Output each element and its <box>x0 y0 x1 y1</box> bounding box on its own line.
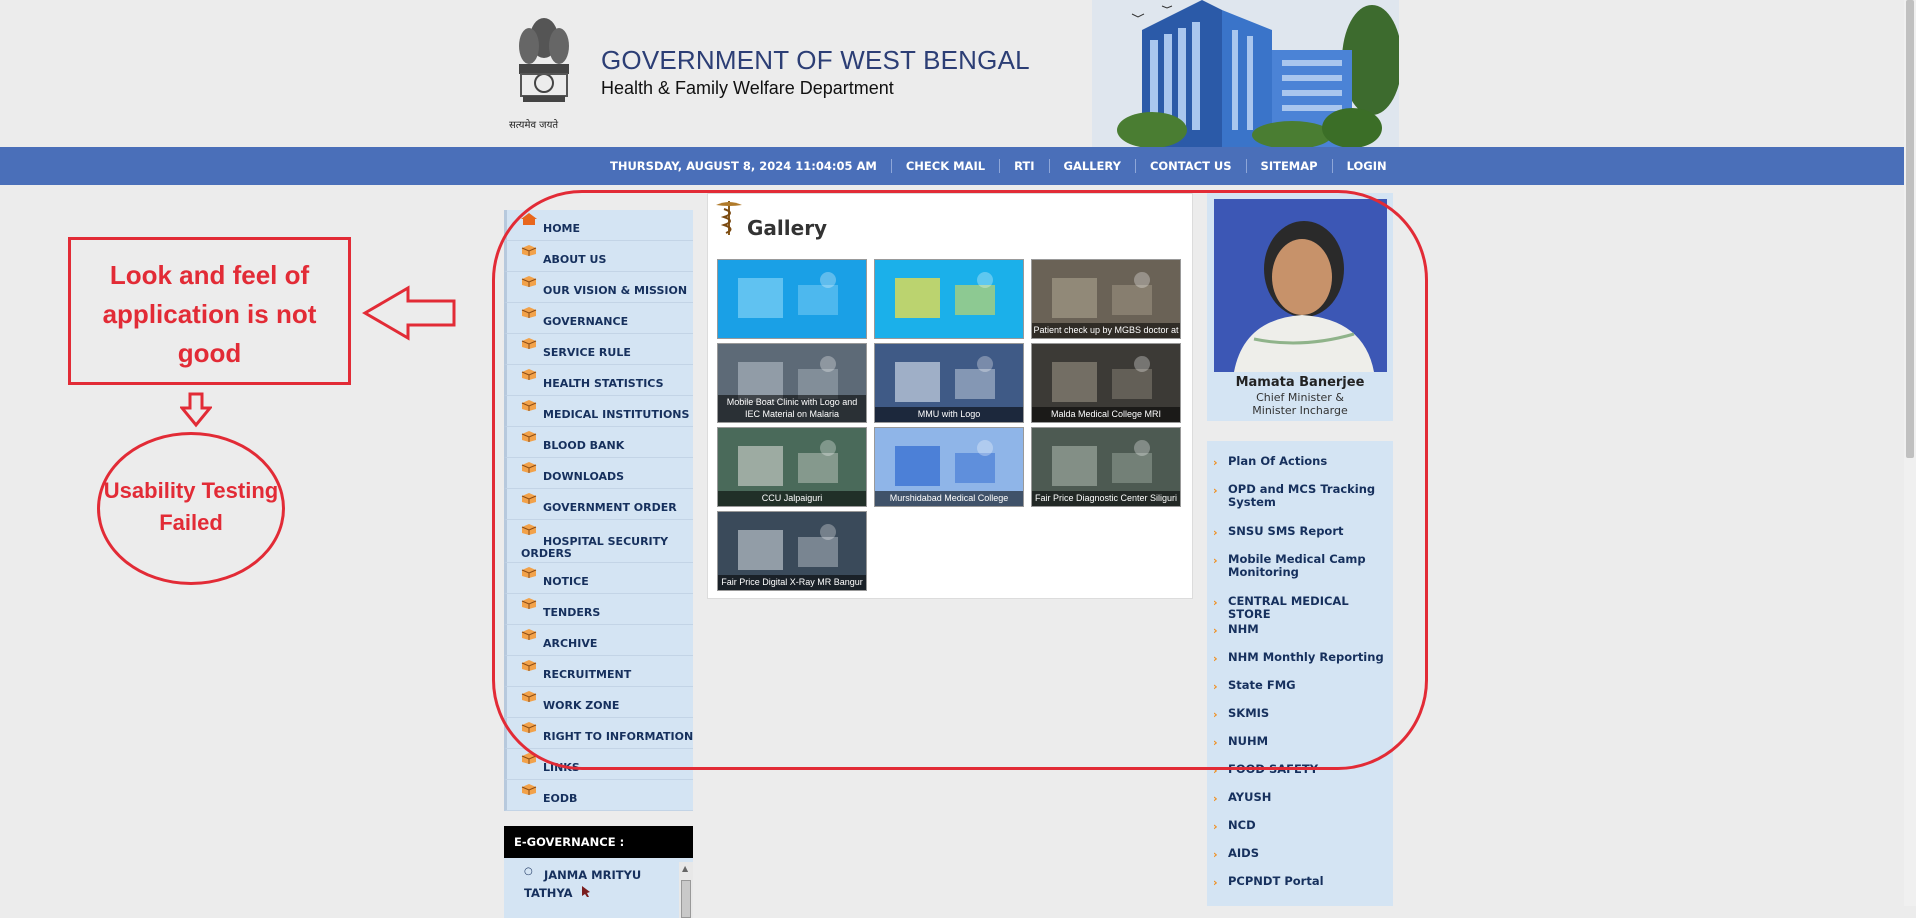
nav-gallery[interactable]: GALLERY <box>1050 159 1135 173</box>
e-governance-list: ○ JANMA MRITYU TATHYA ▲ <box>504 858 693 918</box>
egov-link-janma-mrityu[interactable]: JANMA MRITYU TATHYA <box>524 866 664 902</box>
page-scrollbar-thumb[interactable] <box>1906 0 1914 458</box>
annotation-highlight-oval <box>492 190 1428 770</box>
site-subtitle: Health & Family Welfare Department <box>601 78 894 98</box>
site-title: GOVERNMENT OF WEST BENGAL <box>601 45 1030 75</box>
e-governance-heading: E-GOVERNANCE : <box>504 826 693 858</box>
chevron-right-icon: › <box>1213 876 1218 889</box>
hand-pointer-icon <box>582 886 590 897</box>
nav-rti[interactable]: RTI <box>1000 159 1048 173</box>
annotation-oval-text: Usability Testing Failed <box>103 478 279 535</box>
hospital-building-image <box>1092 0 1399 147</box>
page-scrollbar[interactable] <box>1904 0 1916 906</box>
emblem-motto: सत्यमेव जयते <box>509 120 559 131</box>
arrow-down-icon <box>180 392 212 428</box>
menu-item-eodb[interactable]: EODB <box>504 780 693 811</box>
nav-sitemap[interactable]: SITEMAP <box>1247 159 1332 173</box>
annotation-oval: Usability Testing Failed <box>97 432 285 585</box>
nav-check-mail[interactable]: CHECK MAIL <box>892 159 999 173</box>
site-header: सत्यमेव जयते GOVERNMENT OF WEST BENGAL H… <box>0 0 1916 147</box>
chevron-right-icon: › <box>1213 792 1218 805</box>
book-icon <box>521 784 537 795</box>
current-datetime: THURSDAY, AUGUST 8, 2024 11:04:05 AM <box>610 159 877 173</box>
arrow-left-icon <box>362 285 456 341</box>
quick-link-label: NCD <box>1228 818 1256 832</box>
egov-scrollbar[interactable]: ▲ <box>679 862 693 918</box>
quick-link-label: AYUSH <box>1228 790 1272 804</box>
chevron-right-icon: › <box>1213 848 1218 861</box>
nav-contact-us[interactable]: CONTACT US <box>1136 159 1246 173</box>
annotation-box-text: Look and feel of application is not good <box>102 260 317 368</box>
scrollbar-thumb[interactable] <box>681 880 691 918</box>
quick-link-label: PCPNDT Portal <box>1228 874 1324 888</box>
chevron-right-icon: › <box>1213 820 1218 833</box>
e-governance-panel: E-GOVERNANCE : ○ JANMA MRITYU TATHYA ▲ <box>504 826 693 918</box>
nav-login[interactable]: LOGIN <box>1333 159 1401 173</box>
menu-item-label: EODB <box>543 792 578 805</box>
quick-link-label: AIDS <box>1228 846 1260 860</box>
top-navigation-bar: THURSDAY, AUGUST 8, 2024 11:04:05 AM CHE… <box>0 147 1904 185</box>
scroll-up-icon[interactable]: ▲ <box>682 864 688 873</box>
annotation-box: Look and feel of application is not good <box>68 237 351 385</box>
